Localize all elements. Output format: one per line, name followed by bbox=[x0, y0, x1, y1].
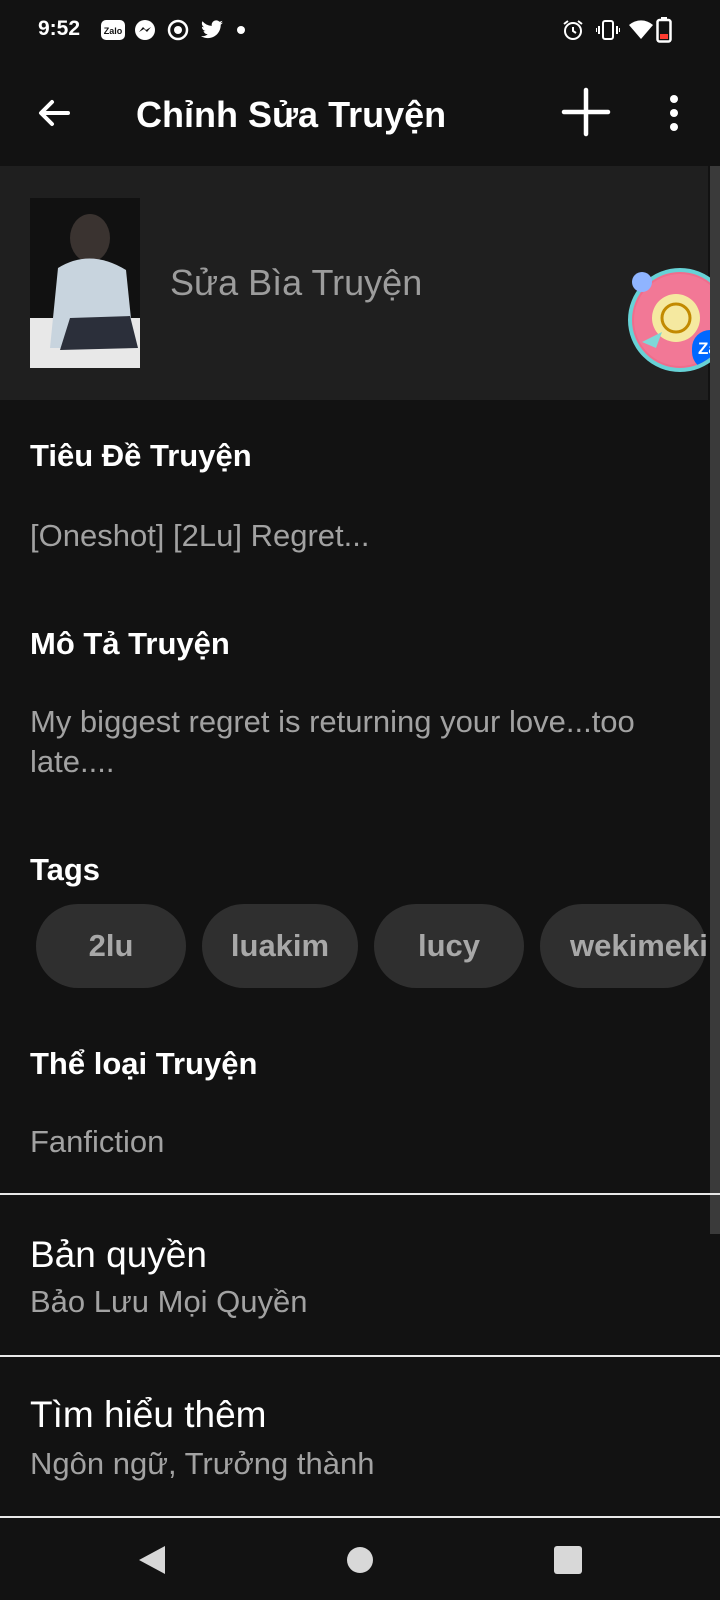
divider bbox=[0, 1193, 720, 1195]
tags-list: 2lu luakim lucy wekimeki bbox=[36, 904, 708, 988]
story-cover-image[interactable] bbox=[30, 198, 140, 368]
story-title-label: Tiêu Đề Truyện bbox=[30, 438, 252, 473]
notification-dot bbox=[632, 272, 652, 292]
back-button[interactable] bbox=[30, 89, 78, 137]
scrollbar[interactable] bbox=[710, 166, 720, 1234]
nav-home-button[interactable] bbox=[340, 1540, 380, 1580]
tags-label: Tags bbox=[30, 852, 101, 887]
podcast-icon bbox=[166, 18, 190, 42]
plus-icon bbox=[561, 87, 611, 137]
arrow-left-icon bbox=[39, 100, 70, 126]
category-label: Thể loại Truyện bbox=[30, 1046, 258, 1081]
zalo-icon-text: Zalo bbox=[104, 26, 123, 36]
vibrate-icon bbox=[596, 18, 620, 42]
square-recents-icon bbox=[554, 1546, 582, 1574]
story-title-field[interactable]: [Oneshot] [2Lu] Regret... bbox=[30, 516, 369, 556]
nav-recents-button[interactable] bbox=[548, 1540, 588, 1580]
status-time: 9:52 bbox=[38, 17, 81, 40]
learn-more-row[interactable]: Tìm hiểu thêm Ngôn ngữ, Trưởng thành bbox=[0, 1358, 720, 1516]
dot-icon bbox=[236, 18, 246, 42]
page-title: Chỉnh Sửa Truyện bbox=[136, 94, 447, 135]
battery-low-icon bbox=[656, 17, 672, 43]
edit-cover-label: Sửa Bìa Truyện bbox=[170, 262, 423, 303]
app-bar: Chỉnh Sửa Truyện bbox=[0, 64, 720, 166]
tag-chip[interactable]: 2lu bbox=[36, 904, 186, 988]
edit-cover-row[interactable]: Sửa Bìa Truyện bbox=[0, 166, 708, 400]
more-options-button[interactable] bbox=[654, 89, 694, 137]
divider bbox=[0, 1516, 720, 1518]
category-field[interactable]: Fanfiction bbox=[30, 1122, 164, 1162]
circle-home-icon bbox=[347, 1547, 373, 1573]
tag-chip[interactable]: luakim bbox=[202, 904, 358, 988]
copyright-value: Bảo Lưu Mọi Quyền bbox=[30, 1284, 308, 1319]
divider bbox=[0, 1355, 720, 1357]
twitter-icon bbox=[200, 18, 224, 42]
messenger-icon bbox=[134, 18, 156, 42]
learn-more-value: Ngôn ngữ, Trưởng thành bbox=[30, 1446, 375, 1481]
add-part-button[interactable] bbox=[560, 86, 612, 138]
story-description-label: Mô Tả Truyện bbox=[30, 626, 230, 661]
system-nav-bar bbox=[0, 1520, 720, 1600]
copyright-row[interactable]: Bản quyền Bảo Lưu Mọi Quyền bbox=[0, 1196, 720, 1354]
learn-more-title: Tìm hiểu thêm bbox=[30, 1394, 267, 1435]
copyright-title: Bản quyền bbox=[30, 1234, 207, 1275]
wifi-icon bbox=[628, 18, 654, 42]
triangle-back-icon bbox=[139, 1546, 165, 1574]
alarm-icon bbox=[562, 18, 584, 42]
story-description-field[interactable]: My biggest regret is returning your love… bbox=[30, 702, 700, 782]
more-vertical-icon bbox=[670, 95, 678, 131]
nav-back-button[interactable] bbox=[132, 1540, 172, 1580]
tag-chip[interactable]: lucy bbox=[374, 904, 524, 988]
tag-chip[interactable]: wekimeki bbox=[540, 904, 708, 988]
zalo-icon: Zalo bbox=[100, 18, 126, 42]
status-bar: 9:52 Zalo bbox=[0, 0, 720, 64]
